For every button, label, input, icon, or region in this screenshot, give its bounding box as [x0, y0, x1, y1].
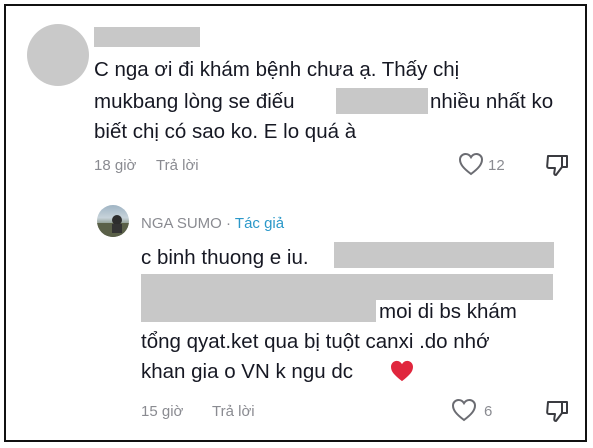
author-badge: Tác giả	[234, 215, 285, 232]
comment-text-line-3: biết chị có sao ko. E lo quá à	[94, 120, 357, 143]
reply-text-line-2: moi di bs khám	[379, 300, 517, 323]
like-count: 6	[484, 403, 493, 420]
red-heart-emoji	[390, 360, 414, 382]
screenshot-frame: C nga ơi đi khám bệnh chưa ạ. Thấy chị m…	[4, 4, 587, 442]
redacted-text	[141, 274, 553, 300]
commenter-avatar[interactable]	[27, 24, 89, 86]
comment-text-line-1: C nga ơi đi khám bệnh chưa ạ. Thấy chị	[94, 58, 460, 81]
heart-outline-icon[interactable]	[451, 398, 477, 422]
redacted-text	[334, 242, 554, 268]
author-avatar[interactable]	[97, 205, 129, 237]
redacted-text	[336, 88, 428, 114]
reply-author-line: NGA SUMO · Tác giả	[141, 215, 284, 232]
reply-text-line-1: c binh thuong e iu.	[141, 246, 309, 269]
reply-text-line-3: tổng qyat.ket qua bị tuột canxi .do nhớ	[141, 330, 490, 353]
thumbs-down-icon[interactable]	[544, 152, 570, 178]
heart-outline-icon[interactable]	[458, 152, 484, 176]
reply-time: 15 giờ	[141, 403, 184, 420]
comment-text-line-2a: mukbang lòng se điếu	[94, 90, 295, 113]
reply-button[interactable]: Trả lời	[156, 157, 199, 174]
reply-text-line-4: khan gia o VN k ngu dc	[141, 360, 353, 383]
redacted-text	[141, 300, 376, 322]
thumbs-down-icon[interactable]	[544, 398, 570, 424]
like-count: 12	[488, 157, 505, 174]
comment-text-line-2b: nhiều nhất ko	[430, 90, 554, 113]
comment-time: 18 giờ	[94, 157, 137, 174]
author-name[interactable]: NGA SUMO	[141, 215, 222, 232]
author-separator: ·	[221, 215, 235, 232]
redacted-username	[94, 27, 200, 47]
reply-button[interactable]: Trả lời	[212, 403, 255, 420]
